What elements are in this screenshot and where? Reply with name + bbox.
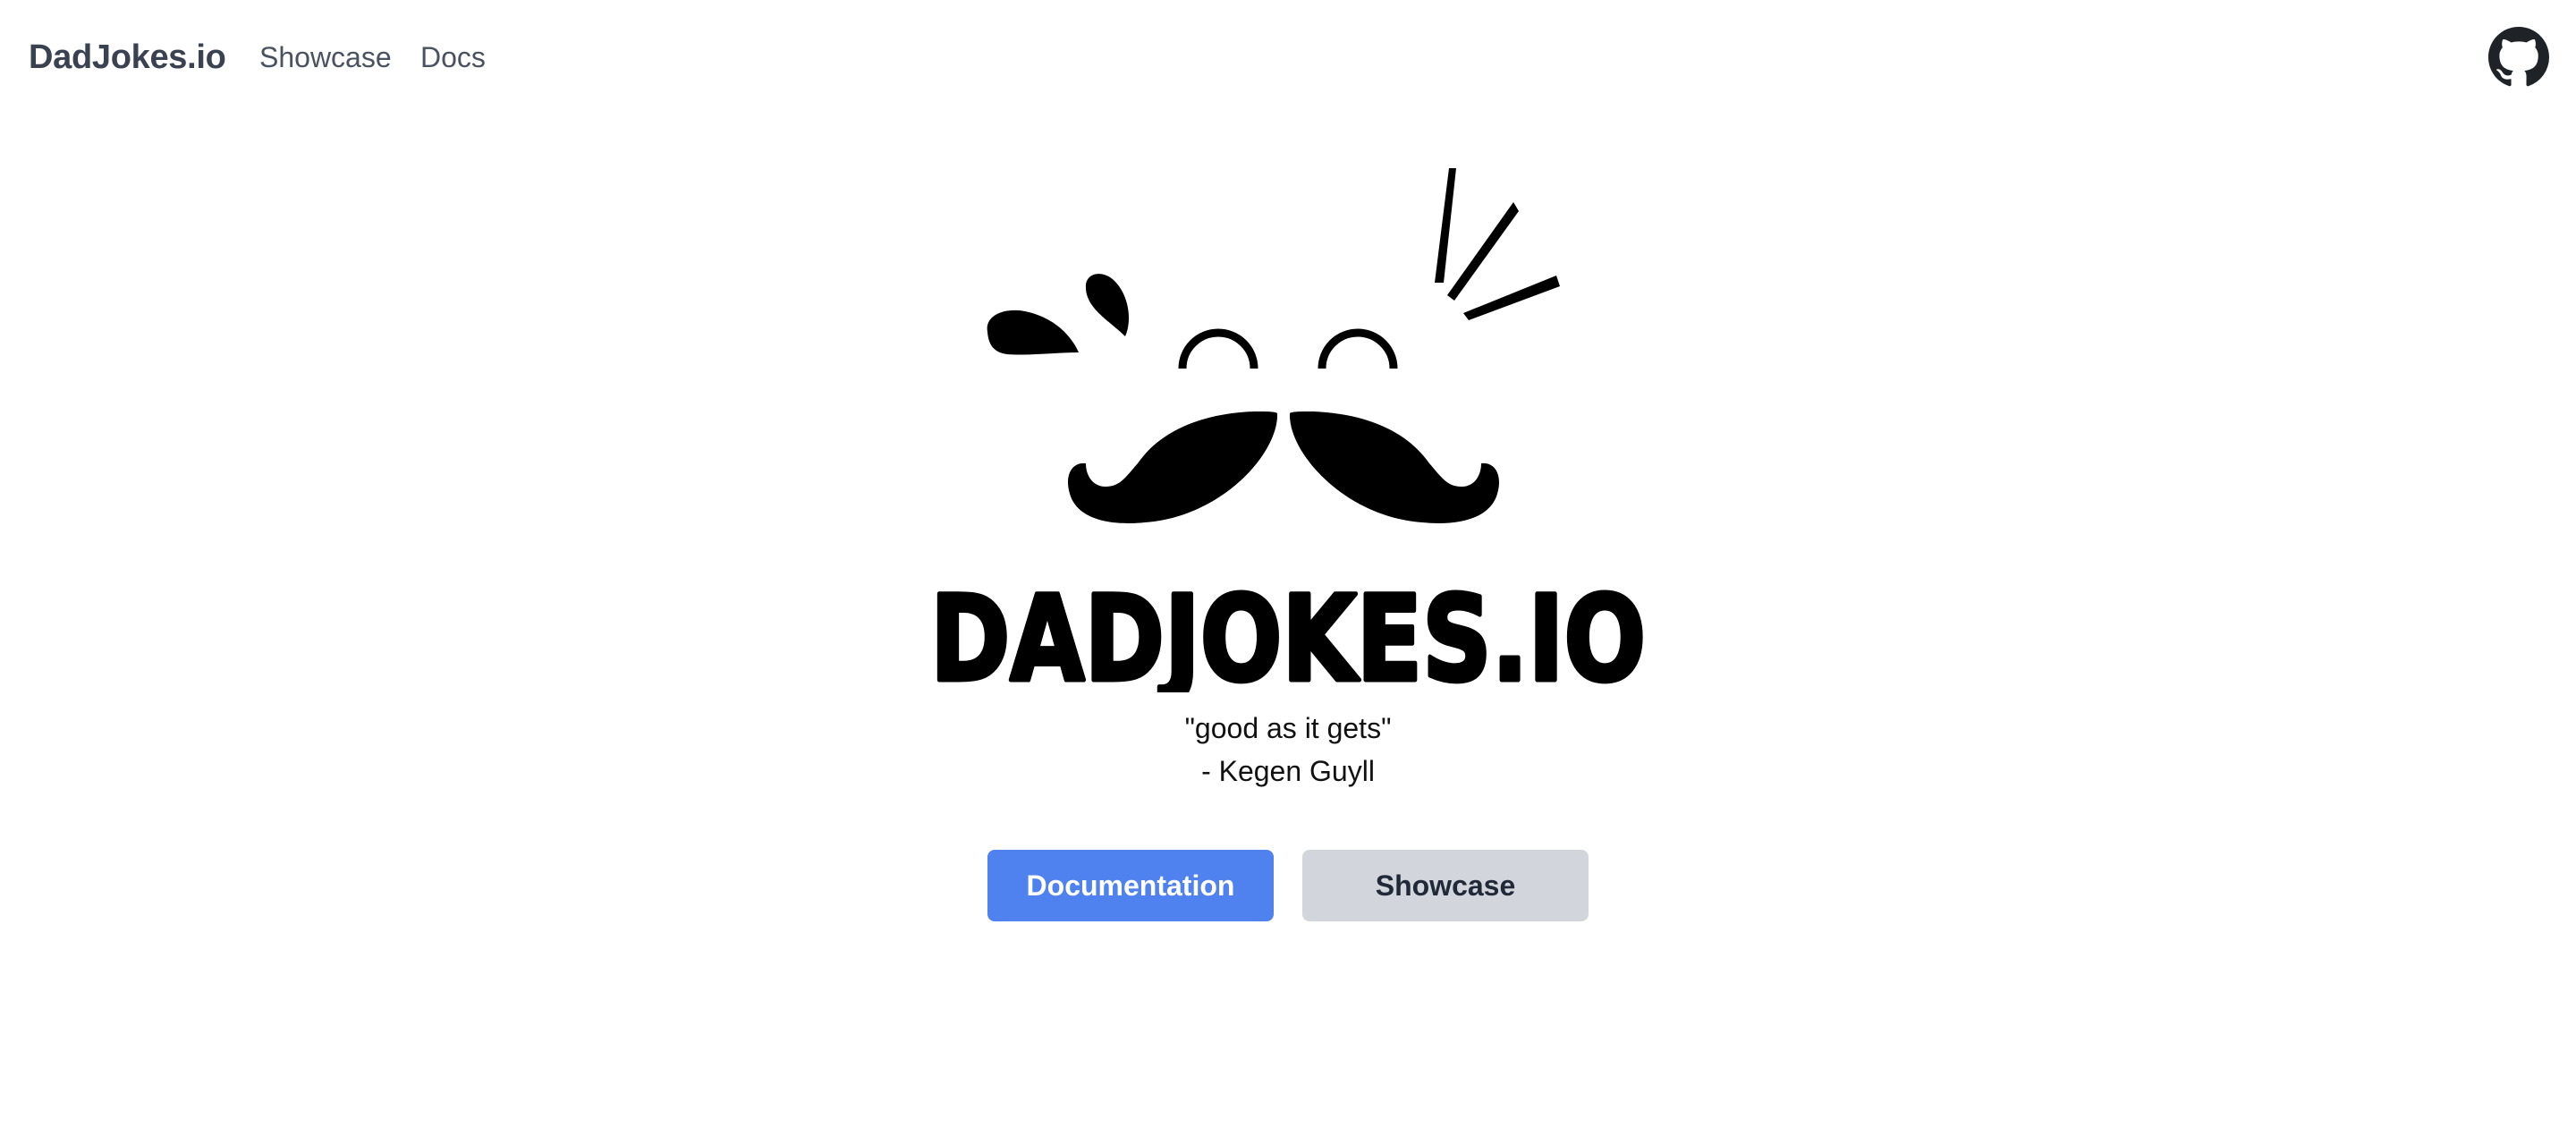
- dadjokes-wordmark: DADJOKES.IO: [928, 581, 1648, 692]
- right-closed-eye: [1318, 328, 1398, 369]
- laugh-line-1: [1435, 168, 1456, 283]
- laugh-line-3: [1463, 276, 1560, 320]
- showcase-button[interactable]: Showcase: [1302, 850, 1589, 921]
- left-closed-eye: [1178, 328, 1258, 369]
- brand-link[interactable]: DadJokes.io: [29, 34, 226, 81]
- documentation-button[interactable]: Documentation: [987, 850, 1274, 921]
- github-icon: [2488, 27, 2549, 87]
- mustache-right: [1289, 411, 1499, 523]
- left-tear-drop: [1085, 274, 1129, 336]
- quote-attribution: - Kegen Guyll: [1201, 755, 1375, 787]
- tagline-quote: "good as it gets" - Kegen Guyll: [0, 707, 2576, 793]
- wordmark-text: DADJOKES.IO: [930, 581, 1646, 692]
- top-navigation: DadJokes.io Showcase Docs: [0, 0, 2576, 114]
- quote-text: "good as it gets": [1184, 712, 1392, 744]
- laugh-line-2: [1447, 202, 1519, 301]
- nav-link-showcase[interactable]: Showcase: [259, 34, 392, 81]
- github-link[interactable]: [2488, 27, 2549, 88]
- laughing-mustache-face-logo: [987, 168, 1560, 523]
- mustache-left: [1068, 411, 1278, 523]
- nav-link-docs[interactable]: Docs: [420, 34, 486, 81]
- left-laugh-brow: [987, 310, 1079, 355]
